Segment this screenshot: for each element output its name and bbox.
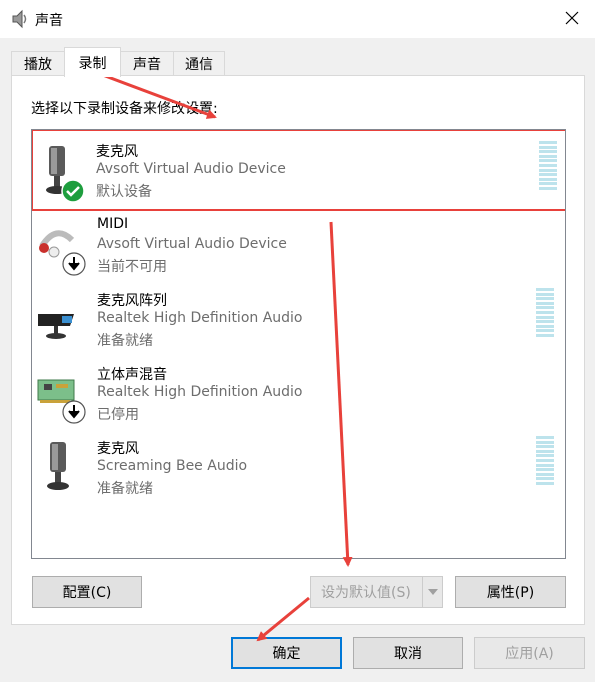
down-arrow-icon [62,252,86,280]
properties-button[interactable]: 属性(P) [455,576,566,608]
device-description: Avsoft Virtual Audio Device [97,236,287,252]
default-check-icon [61,179,85,207]
level-meter [536,436,554,487]
device-name: 麦克风 [96,144,138,160]
tab-sounds[interactable]: 声音 [120,51,174,76]
level-meter [536,288,554,339]
device-description: Screaming Bee Audio [97,458,248,474]
close-icon [565,10,579,29]
ok-button[interactable]: 确定 [231,637,342,669]
cancel-button[interactable]: 取消 [353,637,463,669]
device-item-midi[interactable]: MIDI Avsoft Virtual Audio Device 当前不可用 [32,212,565,286]
device-item-mic-array[interactable]: 麦克风阵列 Realtek High Definition Audio 准备就绪 [32,286,565,360]
tab-playback[interactable]: 播放 [11,51,65,76]
device-status: 准备就绪 [97,481,153,497]
set-default-button[interactable]: 设为默认值(S) [310,576,443,608]
device-status: 当前不可用 [97,259,167,275]
device-name: 麦克风 [97,441,139,457]
device-item-stereo-mix[interactable]: 立体声混音 Realtek High Definition Audio 已停用 [32,360,565,434]
device-name: 麦克风阵列 [97,293,167,309]
configure-button[interactable]: 配置(C) [32,576,142,608]
device-item-microphone-avsoft[interactable]: 麦克风 Avsoft Virtual Audio Device 默认设备 [32,130,565,211]
webcam-bar-icon [36,294,80,352]
down-arrow-icon [62,400,86,428]
apply-button[interactable]: 应用(A) [474,637,585,669]
close-button[interactable] [549,0,595,38]
speaker-icon [10,9,28,29]
instruction-text: 选择以下录制设备来修改设置: [31,101,218,117]
window-title: 声音 [35,13,63,29]
device-description: Realtek High Definition Audio [97,384,303,400]
tab-communications[interactable]: 通信 [173,51,225,76]
device-description: Avsoft Virtual Audio Device [96,161,286,177]
device-list[interactable]: 麦克风 Avsoft Virtual Audio Device 默认设备 MID… [31,129,566,559]
device-status: 默认设备 [96,184,152,200]
level-meter [539,141,557,192]
device-item-microphone-screaming-bee[interactable]: 麦克风 Screaming Bee Audio 准备就绪 [32,434,565,508]
device-status: 已停用 [97,407,139,423]
set-default-label: 设为默认值(S) [321,585,411,601]
microphone-icon [38,438,82,496]
title-bar: 声音 [0,0,595,38]
device-name: MIDI [97,216,129,232]
recording-panel: 选择以下录制设备来修改设置: 麦克风 Avsoft Virtual Audio … [11,75,585,625]
device-description: Realtek High Definition Audio [97,310,303,326]
device-status: 准备就绪 [97,333,153,349]
tab-recording[interactable]: 录制 [64,47,121,77]
device-name: 立体声混音 [97,367,167,383]
chevron-down-icon[interactable] [422,577,442,607]
